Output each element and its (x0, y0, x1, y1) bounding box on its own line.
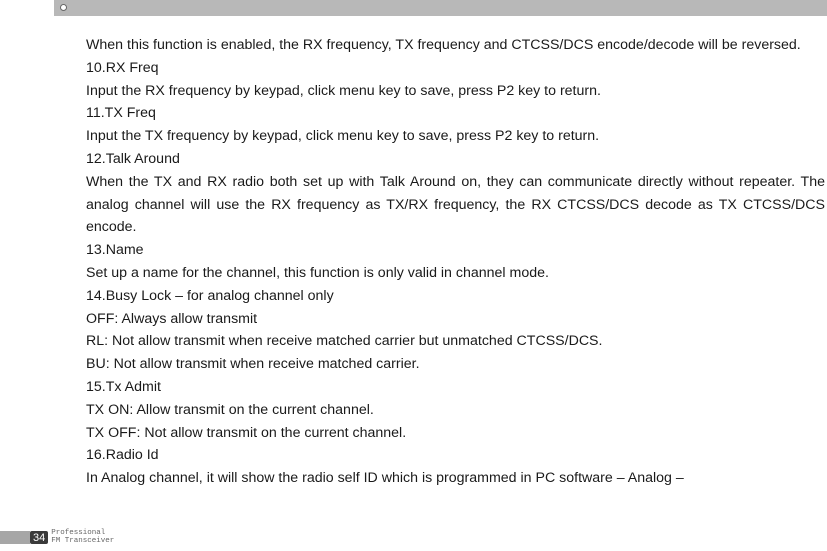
text-line: In Analog channel, it will show the radi… (86, 467, 825, 490)
text-line: When the TX and RX radio both set up wit… (86, 171, 825, 239)
text-line: 14.Busy Lock – for analog channel only (86, 285, 825, 308)
text-line: RL: Not allow transmit when receive matc… (86, 330, 825, 353)
footer-bar-icon (0, 531, 30, 544)
header-bar (54, 0, 827, 16)
text-line: 16.Radio Id (86, 444, 825, 467)
text-line: Set up a name for the channel, this func… (86, 262, 825, 285)
document-content: When this function is enabled, the RX fr… (86, 34, 825, 490)
footer-text: Professional FM Transceiver (51, 530, 114, 545)
text-line: TX OFF: Not allow transmit on the curren… (86, 422, 825, 445)
page-footer: 34 Professional FM Transceiver (0, 530, 114, 545)
text-line: TX ON: Allow transmit on the current cha… (86, 399, 825, 422)
text-line: Input the RX frequency by keypad, click … (86, 80, 825, 103)
header-dot-icon (60, 4, 67, 11)
text-line: 11.TX Freq (86, 102, 825, 125)
text-line: Input the TX frequency by keypad, click … (86, 125, 825, 148)
text-line: 15.Tx Admit (86, 376, 825, 399)
text-line: 12.Talk Around (86, 148, 825, 171)
page-number: 34 (30, 531, 48, 544)
text-line: 13.Name (86, 239, 825, 262)
text-line: When this function is enabled, the RX fr… (86, 34, 825, 57)
footer-line2: FM Transceiver (51, 538, 114, 546)
text-line: BU: Not allow transmit when receive matc… (86, 353, 825, 376)
text-line: OFF: Always allow transmit (86, 308, 825, 331)
text-line: 10.RX Freq (86, 57, 825, 80)
